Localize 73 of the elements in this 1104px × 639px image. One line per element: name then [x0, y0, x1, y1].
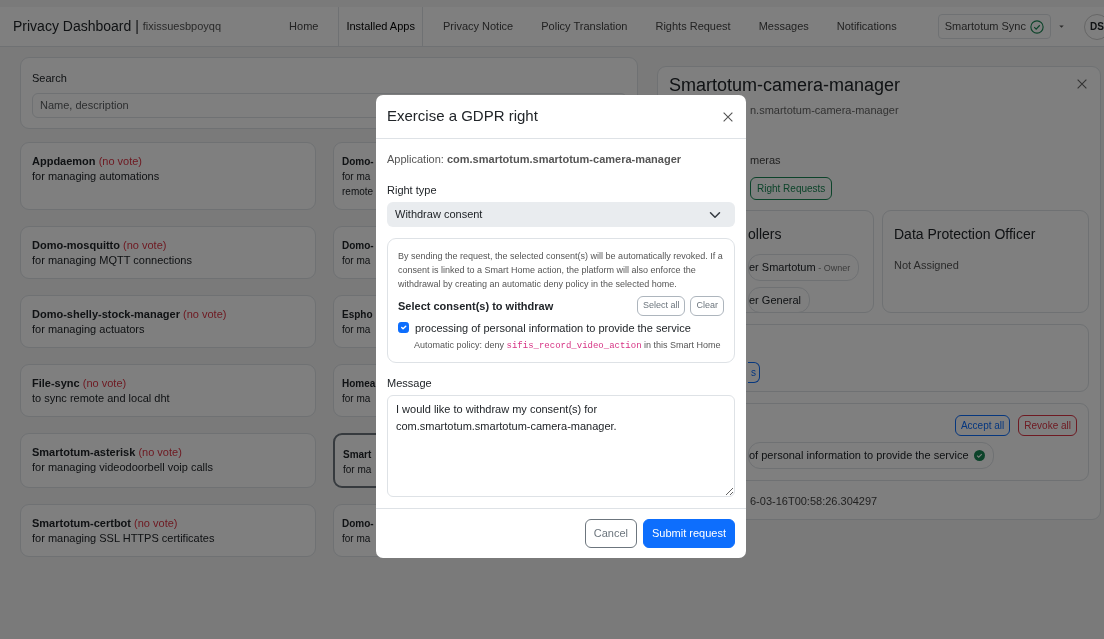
app-name: Smartotum-certbot (no vote): [32, 515, 179, 531]
app-name: Smart: [343, 447, 372, 462]
app-card[interactable]: Domo-shelly-stock-manager (no vote) for managing actuators: [20, 294, 316, 348]
caret-icon: [1057, 22, 1066, 31]
submit-button[interactable]: Submit request: [643, 519, 735, 548]
application-text: Application: com.smartotum.smartotum-camera-manager: [387, 152, 683, 167]
card-heading: ollers: [748, 225, 783, 244]
app-description: meras: [750, 152, 782, 168]
rights-button[interactable]: s: [748, 362, 760, 383]
nav-link[interactable]: Notifications: [822, 7, 911, 46]
sync-label: Smartotum Sync: [944, 19, 1026, 35]
right-type-label: Right type: [387, 182, 438, 198]
app-name: Smartotum-asterisk (no vote): [32, 444, 183, 460]
policy-note: Automatic policy: deny sifis_record_video_action in this Smart Home: [414, 339, 722, 353]
app-description: for managing videodoorbell voip calls: [32, 459, 214, 475]
consent-label: processing of personal information to provide the service: [415, 320, 691, 336]
app-description: for ma: [342, 391, 371, 406]
info-text: By sending the request, the selected consent(s) will be automatically revoked. If a consent is linked to a Smart Home action, the platform will also enforce the withdrawal by creating an automatic deny policy in the selected home.: [398, 250, 724, 291]
nav-link[interactable]: Rights Request: [641, 7, 745, 46]
app-description: for managing MQTT connections: [32, 252, 193, 268]
app-description: for ma: [342, 169, 371, 184]
app-card[interactable]: Appdaemon (no vote) for managing automations: [20, 141, 316, 210]
app-description: remote: [342, 184, 374, 199]
revoke-all-button[interactable]: Revoke all: [1018, 415, 1077, 436]
app-description: for ma: [343, 462, 372, 477]
app-description: for ma: [342, 322, 371, 337]
app-name: Homea: [342, 376, 376, 391]
nav-link[interactable]: Home: [275, 7, 333, 46]
message-label: Message: [387, 375, 433, 391]
right-type-select[interactable]: Withdraw consent: [387, 202, 735, 227]
user-avatar[interactable]: DS: [1084, 13, 1104, 40]
app-name: Domo-mosquitto (no vote): [32, 237, 168, 253]
consent-checkbox[interactable]: [398, 322, 409, 334]
clear-button[interactable]: Clear: [690, 296, 724, 316]
accept-all-button[interactable]: Accept all: [954, 415, 1011, 436]
app-name: Domo-shelly-stock-manager (no vote): [32, 306, 228, 322]
app-name: Domo-: [342, 154, 374, 169]
app-title: Smartotum-camera-manager: [669, 75, 901, 95]
dpo-value: Not Assigned: [894, 258, 960, 273]
card-heading: Data Protection Officer: [894, 225, 1037, 244]
app-card[interactable]: Domo-mosquitto (no vote) for managing MQTT connections: [20, 225, 316, 279]
nav-link[interactable]: Policy Translation: [527, 7, 642, 46]
app-description: to sync remote and local dht: [32, 390, 171, 406]
nav-link[interactable]: Installed Apps: [338, 7, 423, 46]
app-title: Privacy Dashboard |: [13, 17, 139, 36]
app-description: for ma: [342, 253, 371, 268]
cancel-button[interactable]: Cancel: [584, 519, 637, 548]
app-description: for managing SSL HTTPS certificates: [32, 530, 216, 546]
app-card[interactable]: Smartotum-asterisk (no vote) for managing videodoorbell voip calls: [20, 432, 316, 488]
nav-link[interactable]: Messages: [744, 7, 823, 46]
message-field[interactable]: I would like to withdraw my consent(s) for com.smartotum.smartotum-camera-manager.: [387, 395, 735, 497]
app-description: for ma: [342, 531, 371, 546]
controller-chip: er General: [748, 286, 810, 313]
search-label: Search: [32, 71, 68, 86]
app-card[interactable]: File-sync (no vote) to sync remote and local dht: [20, 363, 316, 417]
timestamp: 6-03-16T00:58:26.304297: [750, 493, 879, 509]
app-name: File-sync (no vote): [32, 375, 128, 391]
app-name: Espho: [342, 307, 373, 322]
select-all-button[interactable]: Select all: [636, 296, 686, 316]
app-description: for managing automations: [32, 168, 161, 184]
user-name: fixissuesbpoyqq: [142, 19, 222, 35]
app-description: for managing actuators: [32, 321, 146, 337]
consent-chip: of personal information to provide the service: [748, 442, 994, 469]
app-name: Domo-: [342, 238, 374, 253]
controller-chip: er Smartotum - Owner: [748, 254, 860, 281]
section-heading: Select consent(s) to withdraw: [398, 298, 554, 314]
app-package: n.smartotum-camera-manager: [750, 103, 900, 118]
nav-link[interactable]: Privacy Notice: [428, 7, 528, 46]
right-requests-button[interactable]: Right Requests: [750, 177, 833, 200]
app-name: Domo-: [342, 516, 374, 531]
app-card[interactable]: Smartotum-certbot (no vote) for managing SSL HTTPS certificates: [20, 503, 316, 557]
sync-select[interactable]: Smartotum Sync: [937, 14, 1051, 39]
app-name: Appdaemon (no vote): [32, 153, 144, 169]
